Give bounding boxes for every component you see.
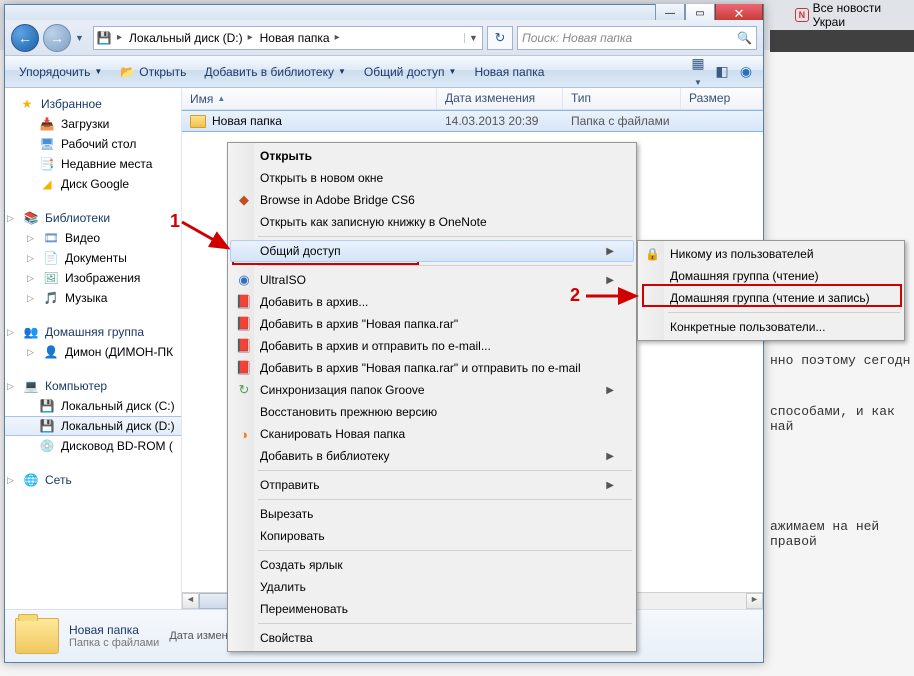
- ctx-share[interactable]: Общий доступ▶: [230, 240, 634, 262]
- search-input[interactable]: Поиск: Новая папка 🔍: [517, 26, 757, 50]
- scroll-left[interactable]: ◄: [182, 593, 199, 609]
- sub-hg-readwrite[interactable]: Домашняя группа (чтение и запись): [640, 287, 902, 309]
- share-submenu: 🔒Никому из пользователей Домашняя группа…: [637, 240, 905, 341]
- ctx-open-new-window[interactable]: Открыть в новом окне: [230, 167, 634, 189]
- ctx-properties[interactable]: Свойства: [230, 627, 634, 649]
- new-folder-button[interactable]: Новая папка: [466, 62, 552, 82]
- ctx-cut[interactable]: Вырезать: [230, 503, 634, 525]
- preview-pane-button[interactable]: ◧: [711, 63, 733, 80]
- tree-recent[interactable]: 📑Недавние места: [5, 154, 181, 174]
- scroll-right[interactable]: ►: [746, 593, 763, 609]
- crumb-drive-d[interactable]: Локальный диск (D:): [125, 27, 245, 49]
- tree-homegroup[interactable]: ▷👥Домашняя группа: [5, 322, 181, 342]
- ctx-shortcut[interactable]: Создать ярлык: [230, 554, 634, 576]
- breadcrumb[interactable]: 💾 ▸ Локальный диск (D:) ▸ Новая папка ▸ …: [93, 26, 483, 50]
- tree-desktop[interactable]: 🖥Рабочий стол: [5, 134, 181, 154]
- open-button[interactable]: 📂Открыть: [112, 62, 194, 82]
- ctx-send-to[interactable]: Отправить▶: [230, 474, 634, 496]
- tree-libraries[interactable]: ▷📚Библиотеки: [5, 208, 181, 228]
- ctx-onenote[interactable]: Открыть как записную книжку в OneNote: [230, 211, 634, 233]
- tree-documents[interactable]: ▷📄Документы: [5, 248, 181, 268]
- tab-favicon: N: [795, 8, 809, 22]
- col-name[interactable]: Имя▲: [182, 88, 437, 109]
- folder-icon: [190, 115, 206, 128]
- ctx-browse-bridge[interactable]: ◆Browse in Adobe Bridge CS6: [230, 189, 634, 211]
- ctx-rar-email[interactable]: 📕Добавить в архив и отправить по e-mail.…: [230, 335, 634, 357]
- ctx-restore[interactable]: Восстановить прежнюю версию: [230, 401, 634, 423]
- column-headers[interactable]: Имя▲ Дата изменения Тип Размер: [182, 88, 763, 110]
- webpage-text: нно поэтому сегодн: [770, 353, 910, 368]
- ctx-add-library[interactable]: Добавить в библиотеку▶: [230, 445, 634, 467]
- ctx-scan[interactable]: ◑Сканировать Новая папка: [230, 423, 634, 445]
- refresh-button[interactable]: ↻: [487, 26, 513, 50]
- toolbar: Упорядочить▼ 📂Открыть Добавить в библиот…: [5, 56, 763, 88]
- webpage-text: способами, и как най: [770, 404, 914, 434]
- nav-row: ← → ▼ 💾 ▸ Локальный диск (D:) ▸ Новая па…: [5, 20, 763, 56]
- help-button[interactable]: ◉: [735, 63, 757, 80]
- ctx-ultraiso[interactable]: ◉UltraISO▶: [230, 269, 634, 291]
- back-button[interactable]: ←: [11, 24, 39, 52]
- forward-button[interactable]: →: [43, 24, 71, 52]
- sub-nobody[interactable]: 🔒Никому из пользователей: [640, 243, 902, 265]
- add-library-button[interactable]: Добавить в библиотеку▼: [196, 62, 353, 82]
- nav-tree: ★Избранное 📥Загрузки 🖥Рабочий стол 📑Неда…: [5, 88, 182, 609]
- crumb-dropdown[interactable]: ▼: [464, 33, 482, 43]
- tree-images[interactable]: ▷🖼Изображения: [5, 268, 181, 288]
- ctx-open[interactable]: Открыть: [230, 145, 634, 167]
- tree-bdrom[interactable]: 💿Дисковод BD-ROM (: [5, 436, 181, 456]
- search-icon: 🔍: [737, 31, 752, 45]
- annotation-number-1: 1: [170, 211, 180, 232]
- tree-network[interactable]: ▷🌐Сеть: [5, 470, 181, 490]
- tree-favorites[interactable]: ★Избранное: [5, 94, 181, 114]
- drive-icon: 💾: [94, 31, 114, 45]
- tree-drive-c[interactable]: 💾Локальный диск (C:): [5, 396, 181, 416]
- details-name: Новая папка: [69, 623, 159, 637]
- ctx-groove[interactable]: ↻Синхронизация папок Groove▶: [230, 379, 634, 401]
- context-menu: Открыть Открыть в новом окне ◆Browse in …: [227, 142, 637, 652]
- tree-computer[interactable]: ▷💻Компьютер: [5, 376, 181, 396]
- sub-hg-read[interactable]: Домашняя группа (чтение): [640, 265, 902, 287]
- organize-button[interactable]: Упорядочить▼: [11, 62, 110, 82]
- col-date[interactable]: Дата изменения: [437, 88, 563, 109]
- file-row[interactable]: Новая папка 14.03.2013 20:39 Папка с фай…: [182, 110, 763, 132]
- tree-music[interactable]: ▷🎵Музыка: [5, 288, 181, 308]
- webpage-text: ажимаем на ней правой: [770, 519, 914, 549]
- ctx-rar-add-name[interactable]: 📕Добавить в архив "Новая папка.rar": [230, 313, 634, 335]
- details-type: Папка с файлами: [69, 637, 159, 649]
- share-button[interactable]: Общий доступ▼: [356, 62, 465, 82]
- tree-homegroup-user[interactable]: ▷👤Димон (ДИМОН-ПК: [5, 342, 181, 362]
- crumb-new-folder[interactable]: Новая папка: [256, 27, 332, 49]
- tree-downloads[interactable]: 📥Загрузки: [5, 114, 181, 134]
- ctx-rename[interactable]: Переименовать: [230, 598, 634, 620]
- ctx-rar-add[interactable]: 📕Добавить в архив...: [230, 291, 634, 313]
- sub-specific-users[interactable]: Конкретные пользователи...: [640, 316, 902, 338]
- tree-google-disk[interactable]: ◢Диск Google: [5, 174, 181, 194]
- titlebar[interactable]: — ▭ ✕: [5, 5, 763, 20]
- ctx-delete[interactable]: Удалить: [230, 576, 634, 598]
- ctx-copy[interactable]: Копировать: [230, 525, 634, 547]
- tree-video[interactable]: ▷🎞Видео: [5, 228, 181, 248]
- browser-tab: N Все новости Украи: [795, 5, 914, 25]
- view-button[interactable]: ▦ ▼: [687, 55, 709, 88]
- col-size[interactable]: Размер: [681, 88, 763, 109]
- tree-drive-d[interactable]: 💾Локальный диск (D:): [5, 416, 181, 436]
- col-type[interactable]: Тип: [563, 88, 681, 109]
- folder-icon: [15, 618, 59, 654]
- nav-history-dropdown[interactable]: ▼: [75, 33, 89, 43]
- ctx-rar-name-email[interactable]: 📕Добавить в архив "Новая папка.rar" и от…: [230, 357, 634, 379]
